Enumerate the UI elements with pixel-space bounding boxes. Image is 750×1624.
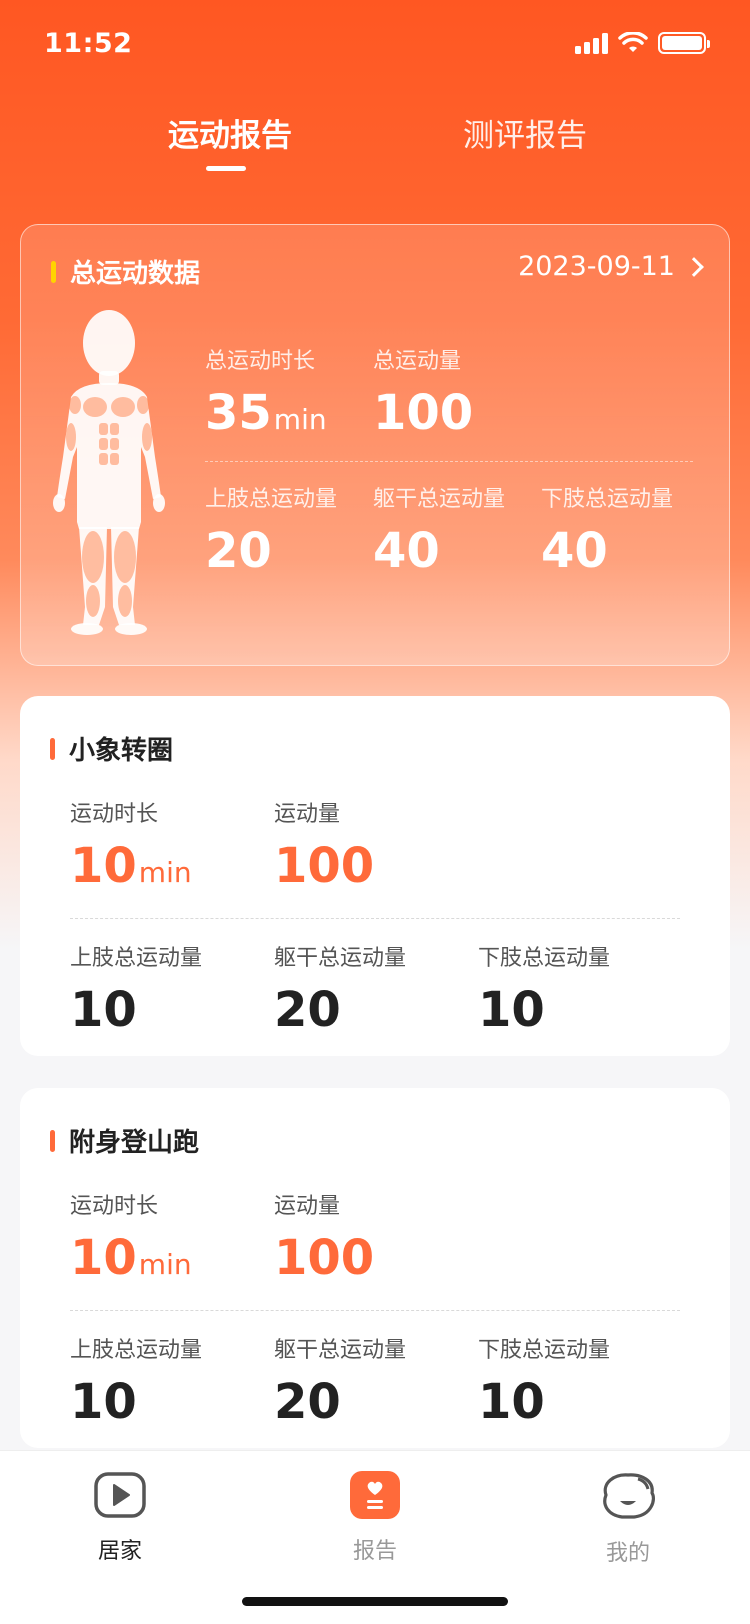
trunk-stat: 躯干总运动量 20 xyxy=(274,940,406,1034)
play-icon xyxy=(94,1472,146,1518)
volume-value: 100 xyxy=(274,838,375,894)
card-header: 小象转圈 xyxy=(50,730,173,767)
duration-unit: min xyxy=(138,1248,192,1281)
exercise-title: 附身登山跑 xyxy=(69,1128,200,1158)
title-accent-bar xyxy=(50,1129,55,1152)
upper-limb-label: 上肢总运动量 xyxy=(70,946,203,971)
duration-stat: 运动时长 10min xyxy=(70,1188,192,1282)
card-header: 附身登山跑 xyxy=(50,1122,199,1159)
total-volume-stat: 总运动量 100 xyxy=(373,343,473,437)
total-volume-value: 100 xyxy=(373,385,474,441)
upper-limb-label: 上肢总运动量 xyxy=(205,487,338,512)
trunk-stat: 躯干总运动量 40 xyxy=(373,481,505,575)
profile-face-icon xyxy=(603,1473,656,1519)
card-header: 总运动数据 xyxy=(51,253,200,290)
exercise-card[interactable]: 小象转圈 运动时长 10min 运动量 100 上肢总运动量 10 躯干总运动量… xyxy=(20,696,730,1056)
bottom-tab-bar: 居家 报告 我的 xyxy=(0,1450,750,1624)
cellular-signal-icon xyxy=(575,32,608,54)
upper-limb-label: 上肢总运动量 xyxy=(70,1338,203,1363)
duration-value: 10min xyxy=(70,842,192,890)
body-muscle-illustration xyxy=(53,310,165,635)
status-bar: 11:52 xyxy=(0,0,750,88)
exercise-title: 小象转圈 xyxy=(69,736,174,766)
title-accent-bar xyxy=(50,737,55,760)
duration-number: 10 xyxy=(70,1230,137,1286)
upper-limb-stat: 上肢总运动量 10 xyxy=(70,940,202,1034)
tab-assessment-report[interactable]: 测评报告 xyxy=(463,110,587,155)
total-volume-label: 总运动量 xyxy=(373,349,462,374)
duration-label: 运动时长 xyxy=(70,1194,159,1219)
volume-value: 100 xyxy=(274,1230,375,1286)
card-title: 总运动数据 xyxy=(70,259,201,289)
battery-icon xyxy=(658,32,710,54)
total-duration-unit: min xyxy=(273,403,327,436)
volume-stat: 运动量 100 xyxy=(274,1188,374,1282)
lower-limb-value: 10 xyxy=(478,1374,545,1430)
upper-limb-value: 10 xyxy=(70,1374,137,1430)
report-heart-icon xyxy=(350,1471,400,1519)
upper-limb-value: 20 xyxy=(205,523,272,579)
upper-limb-stat: 上肢总运动量 10 xyxy=(70,1332,202,1426)
tab-exercise-report[interactable]: 运动报告 xyxy=(168,110,292,155)
wifi-icon xyxy=(618,32,648,52)
title-accent-bar xyxy=(51,260,56,283)
lower-limb-label: 下肢总运动量 xyxy=(478,1338,611,1363)
status-icons xyxy=(575,32,710,54)
nav-item-home[interactable]: 居家 xyxy=(60,1471,180,1565)
trunk-label: 躯干总运动量 xyxy=(373,487,506,512)
trunk-stat: 躯干总运动量 20 xyxy=(274,1332,406,1426)
duration-stat: 运动时长 10min xyxy=(70,796,192,890)
volume-label: 运动量 xyxy=(274,1194,341,1219)
total-duration-number: 35 xyxy=(205,385,272,441)
lower-limb-stat: 下肢总运动量 10 xyxy=(478,1332,610,1426)
duration-value: 10min xyxy=(70,1234,192,1282)
active-tab-indicator xyxy=(206,166,246,171)
trunk-value: 20 xyxy=(274,982,341,1038)
duration-number: 10 xyxy=(70,838,137,894)
total-exercise-card: 总运动数据 2023-09-11 总运动时长 35min 总运动量 100 上肢… xyxy=(20,224,730,666)
lower-limb-label: 下肢总运动量 xyxy=(478,946,611,971)
divider xyxy=(70,918,680,919)
duration-label: 运动时长 xyxy=(70,802,159,827)
home-indicator[interactable] xyxy=(242,1597,508,1606)
date-text: 2023-09-11 xyxy=(518,251,675,282)
volume-label: 运动量 xyxy=(274,802,341,827)
nav-label-report: 报告 xyxy=(352,1539,397,1564)
nav-item-profile[interactable]: 我的 xyxy=(568,1471,688,1567)
upper-limb-stat: 上肢总运动量 20 xyxy=(205,481,337,575)
nav-label-profile: 我的 xyxy=(605,1541,650,1566)
duration-unit: min xyxy=(138,856,192,889)
nav-label-home: 居家 xyxy=(97,1539,142,1564)
lower-limb-stat: 下肢总运动量 10 xyxy=(478,940,610,1034)
divider xyxy=(70,1310,680,1311)
chevron-right-icon xyxy=(684,256,704,277)
total-duration-label: 总运动时长 xyxy=(205,349,316,374)
divider xyxy=(205,461,693,462)
report-tabs: 运动报告 测评报告 xyxy=(0,100,750,180)
total-duration-value: 35min xyxy=(205,389,327,437)
status-time: 11:52 xyxy=(44,28,133,59)
trunk-value: 40 xyxy=(373,523,440,579)
trunk-label: 躯干总运动量 xyxy=(274,946,407,971)
trunk-label: 躯干总运动量 xyxy=(274,1338,407,1363)
lower-limb-value: 40 xyxy=(541,523,608,579)
total-duration-stat: 总运动时长 35min xyxy=(205,343,327,437)
date-selector[interactable]: 2023-09-11 xyxy=(518,251,704,282)
trunk-value: 20 xyxy=(274,1374,341,1430)
lower-limb-label: 下肢总运动量 xyxy=(541,487,674,512)
nav-item-report[interactable]: 报告 xyxy=(315,1471,435,1565)
exercise-card[interactable]: 附身登山跑 运动时长 10min 运动量 100 上肢总运动量 10 躯干总运动… xyxy=(20,1088,730,1448)
lower-limb-value: 10 xyxy=(478,982,545,1038)
upper-limb-value: 10 xyxy=(70,982,137,1038)
volume-stat: 运动量 100 xyxy=(274,796,374,890)
lower-limb-stat: 下肢总运动量 40 xyxy=(541,481,673,575)
